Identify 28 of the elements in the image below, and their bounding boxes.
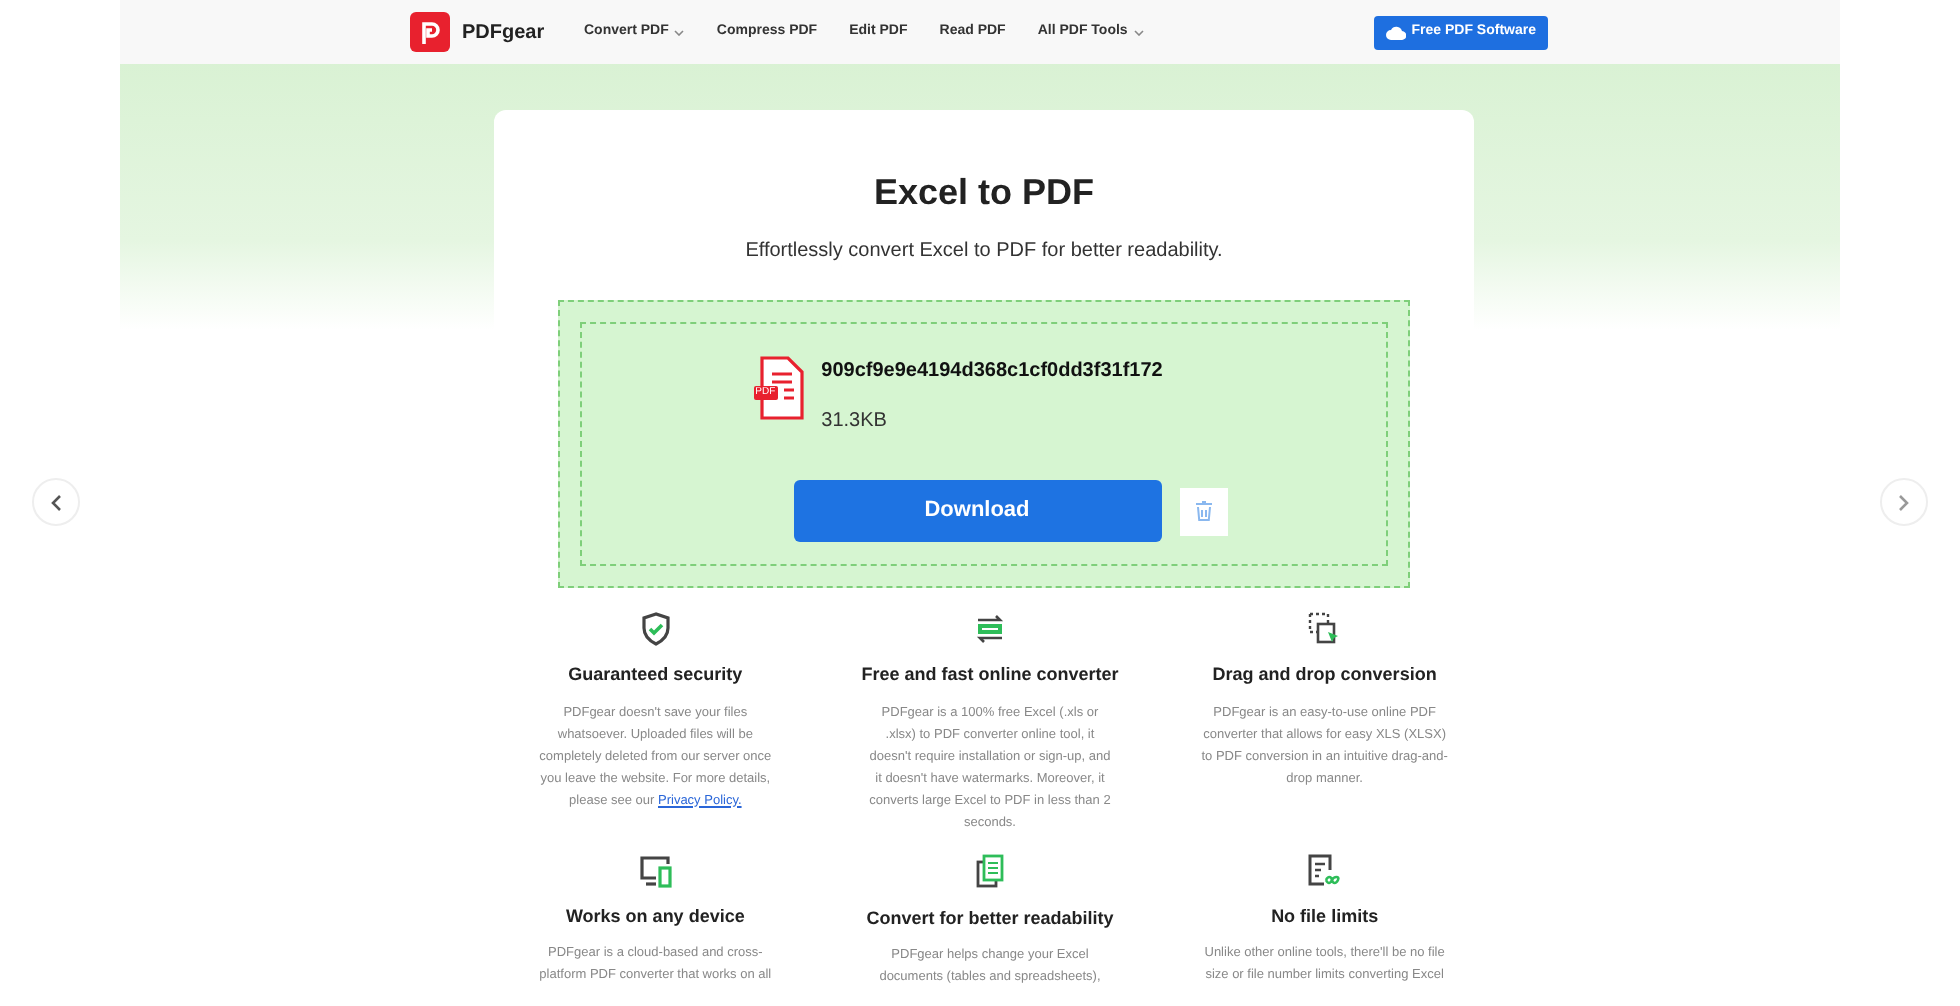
devices-icon: [637, 853, 674, 887]
chevron-down-icon: [674, 29, 685, 35]
shield-check-icon: [639, 612, 672, 646]
documents-icon: [973, 853, 1006, 889]
previous-arrow-button[interactable]: [32, 478, 80, 526]
feature-title: Guaranteed security: [568, 662, 743, 688]
drag-cursor-icon: [1308, 612, 1341, 646]
file-size: 31.3KB: [821, 408, 889, 436]
next-arrow-button[interactable]: [1880, 478, 1928, 526]
cloud-icon: [1385, 25, 1406, 39]
free-tag-icon: [973, 612, 1006, 646]
feature-title: Works on any device: [565, 903, 745, 930]
feature-title: Convert for better readability: [866, 905, 1114, 932]
download-button[interactable]: Download: [793, 480, 1161, 542]
feature-title: Drag and drop conversion: [1212, 662, 1437, 688]
page-subtitle: Effortlessly convert Excel to PDF for better readability.: [745, 238, 1223, 266]
feature-title: Free and fast online converter: [861, 662, 1119, 688]
trash-icon: [1193, 500, 1213, 522]
chevron-left-icon: [50, 493, 62, 511]
chevron-right-icon: [1898, 493, 1910, 511]
feature-title: No file limits: [1271, 903, 1379, 929]
file-name: 909cf9e9e4194d368c1cf0dd3f31f172: [821, 358, 1163, 386]
logo-icon[interactable]: [410, 12, 450, 52]
brand-name[interactable]: PDFgear: [462, 17, 545, 47]
file-infinity-icon: [1306, 853, 1343, 887]
delete-button[interactable]: [1179, 487, 1227, 535]
chevron-down-icon: [1133, 29, 1144, 35]
page-title: Excel to PDF: [873, 170, 1095, 216]
